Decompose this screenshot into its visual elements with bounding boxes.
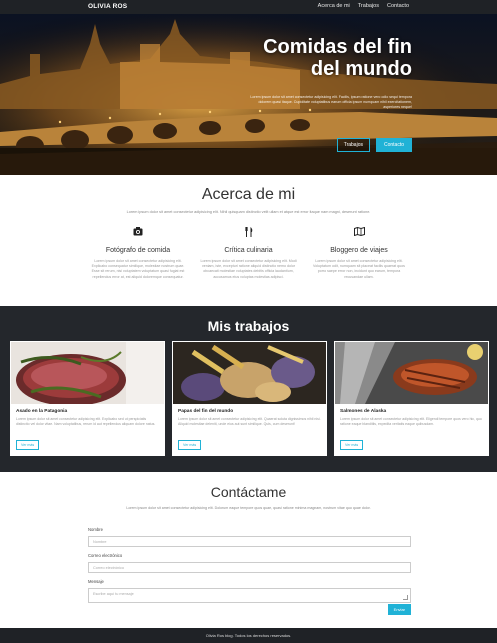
footer: Olivia Ros blog. Todos los derechos rese… (0, 628, 497, 643)
about-lead: Lorem ipsum dolor sit amet consectetur a… (126, 210, 371, 214)
nav-link-acerca[interactable]: Acerca de mi (318, 3, 350, 9)
nav-links: Acerca de mi Trabajos Contacto (318, 3, 409, 9)
work-card-asado[interactable]: Asado en la Patagonia Lorem ipsum dolor … (10, 341, 165, 456)
footer-text: Olivia Ros blog. Todos los derechos rese… (205, 633, 292, 638)
contact-title: Contáctame (210, 484, 287, 500)
work-card-papas[interactable]: Papas del fin del mundo Lorem ipsum dolo… (172, 341, 327, 456)
contact-form: Nombre Nombre Correo electrónico Correo … (88, 527, 411, 615)
papas-image (173, 342, 326, 404)
top-navbar: OLIVIA ROS Acerca de mi Trabajos Contact… (0, 0, 497, 14)
feature-text: Lorem ipsum dolor sit amet consectetur a… (313, 259, 405, 279)
feature-text: Lorem ipsum dolor sit amet consectetur a… (200, 259, 297, 279)
works-cards: Asado en la Patagonia Lorem ipsum dolor … (10, 341, 489, 456)
feature-text: Lorem ipsum dolor sit amet consectetur a… (91, 259, 185, 279)
about-title: Acerca de mi (201, 186, 296, 203)
card-text: Lorem ipsum dolor sit amet consectetur a… (178, 417, 321, 426)
hero-subtitle: Lorem ipsum dolor sit amet consectetur a… (250, 95, 412, 109)
message-label: Mensaje (88, 579, 104, 584)
about-section: Acerca de mi Lorem ipsum dolor sit amet … (0, 175, 497, 306)
ver-mas-button[interactable]: Ver más (16, 440, 40, 450)
card-text: Lorem ipsum dolor sit amet consectetur a… (340, 417, 482, 426)
asado-image (11, 342, 164, 404)
work-card-salmon[interactable]: Salmones de Alaska Lorem ipsum dolor sit… (334, 341, 489, 456)
ver-mas-button[interactable]: Ver más (340, 440, 364, 450)
email-label: Correo electrónico (88, 553, 123, 558)
salmon-image (335, 342, 488, 404)
card-text: Lorem ipsum dolor sit amet consectetur a… (16, 417, 156, 426)
feature-title: Fotógrafo de comida (105, 247, 171, 254)
card-title: Papas del fin del mundo (178, 409, 234, 414)
brand-logo[interactable]: OLIVIA ROS (88, 3, 127, 10)
message-textarea[interactable]: Escribe aquí tu mensaje (88, 588, 411, 603)
hero-buttons: Trabajos Contacto (336, 138, 412, 152)
card-title: Asado en la Patagonia (16, 409, 68, 414)
send-button[interactable]: Enviar (387, 604, 411, 615)
feature-photographer: Fotógrafo de comida Lorem ipsum dolor si… (88, 227, 188, 280)
camera-icon (88, 227, 188, 241)
feature-title: Crítica culinaria (224, 247, 273, 254)
name-input[interactable]: Nombre (88, 536, 411, 547)
nav-link-trabajos[interactable]: Trabajos (358, 3, 379, 9)
contacto-button[interactable]: Contacto (375, 138, 412, 152)
works-title: Mis trabajos (207, 318, 290, 334)
hero-section: Comidas del fin del mundo Lorem ipsum do… (0, 14, 497, 175)
name-label: Nombre (88, 527, 103, 532)
ver-mas-button[interactable]: Ver más (178, 440, 202, 450)
feature-critic: Crítica culinaria Lorem ipsum dolor sit … (199, 227, 299, 280)
works-section: Mis trabajos Asado en la Patagonia Lorem… (0, 306, 497, 472)
email-input[interactable]: Correo electrónico (88, 562, 411, 573)
feature-travel: Bloggero de viajes Lorem ipsum dolor sit… (309, 226, 409, 280)
trabajos-button[interactable]: Trabajos (336, 138, 370, 152)
card-title: Salmones de Alaska (340, 409, 387, 414)
features-row: Fotógrafo de comida Lorem ipsum dolor si… (88, 226, 409, 280)
contact-section: Contáctame Lorem ipsum dolor sit amet co… (0, 472, 497, 628)
nav-link-contacto[interactable]: Contacto (387, 3, 409, 9)
contact-lead: Lorem ipsum dolor sit amet consectetur a… (126, 506, 371, 510)
hero-title: Comidas del fin del mundo (263, 36, 412, 80)
cutlery-icon (199, 227, 299, 241)
feature-title: Bloggero de viajes (330, 247, 388, 254)
map-icon (309, 226, 409, 241)
